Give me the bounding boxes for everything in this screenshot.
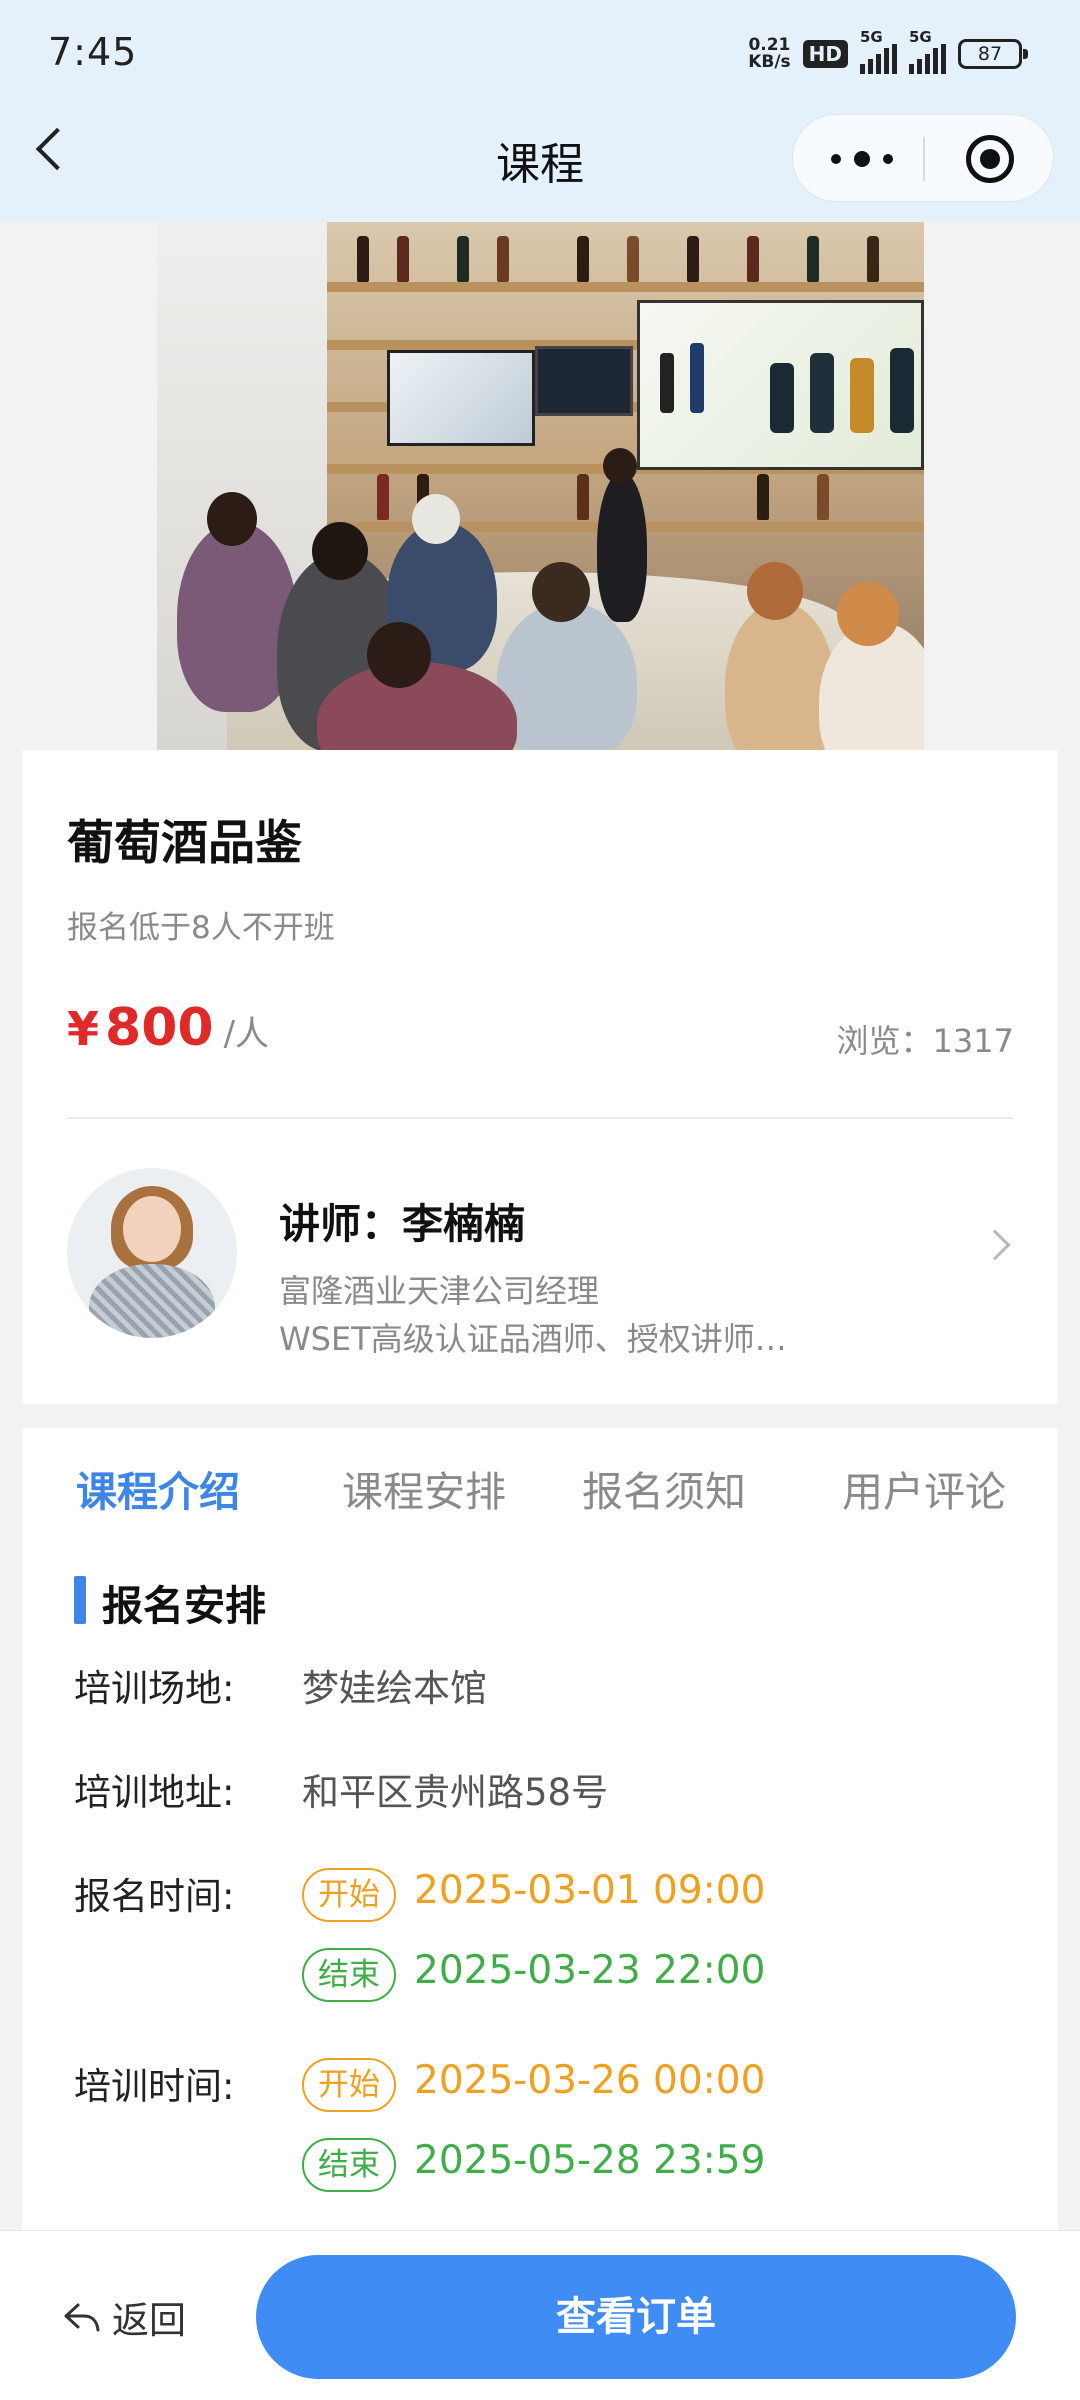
course-title: 葡萄酒品鉴 (67, 816, 302, 871)
signup-end-time: 2025-03-23 22:00 (414, 1948, 766, 1993)
course-price: ¥ 800 /人 (67, 998, 269, 1058)
view-order-button[interactable]: 查看订单 (256, 2255, 1016, 2379)
address-value: 和平区贵州路58号 (302, 1771, 609, 1814)
net-speed: 0.21 KB/s (748, 37, 790, 71)
lecturer-credentials: WSET高级认证品酒师、授权讲师… (279, 1320, 787, 1358)
course-cover-image (157, 222, 924, 750)
currency-symbol: ¥ (67, 1002, 100, 1056)
battery-icon: 87 (958, 39, 1028, 69)
end-tag: 结束 (302, 2138, 396, 2192)
section-accent-bar (74, 1576, 86, 1624)
signal-label: 5G (860, 28, 883, 46)
lecturer-name: 讲师：李楠楠 (279, 1200, 525, 1248)
signal-icon: 5G (860, 28, 897, 74)
start-tag: 开始 (302, 1868, 396, 1922)
lecturer-title: 富隆酒业天津公司经理 (279, 1272, 600, 1310)
venue-value: 梦娃绘本馆 (302, 1667, 487, 1710)
signup-start-time: 2025-03-01 09:00 (414, 1868, 766, 1913)
end-tag: 结束 (302, 1948, 396, 2002)
price-value: 800 (105, 998, 214, 1058)
tab-signup-notice[interactable]: 报名须知 (582, 1458, 746, 1518)
address-label: 培训地址: (74, 1771, 235, 1814)
start-tag: 开始 (302, 2058, 396, 2112)
tab-course-schedule[interactable]: 课程安排 (342, 1458, 506, 1518)
top-header: 7:45 0.21 KB/s HD 5G 5G 87 课程 (0, 0, 1080, 222)
mini-program-capsule (792, 114, 1054, 202)
status-icons: 0.21 KB/s HD 5G 5G 87 (748, 28, 1028, 74)
tab-bar: 课程介绍 课程安排 报名须知 用户评论 (22, 1428, 1058, 1538)
back-button[interactable]: 返回 (62, 2289, 186, 2345)
training-time-label: 培训时间: (74, 2065, 235, 2108)
reply-arrow-icon (62, 2297, 102, 2337)
signup-time-label: 报名时间: (74, 1875, 235, 1918)
venue-label: 培训场地: (74, 1667, 235, 1710)
bottom-action-bar: 返回 查看订单 (0, 2230, 1080, 2400)
view-count: 浏览：1317 (836, 1022, 1014, 1060)
tab-user-reviews[interactable]: 用户评论 (842, 1458, 1006, 1518)
status-time: 7:45 (48, 30, 138, 74)
net-speed-unit: KB/s (748, 52, 791, 72)
target-circle-icon[interactable] (966, 135, 1014, 183)
avatar (67, 1168, 237, 1338)
signal-label: 5G (909, 28, 932, 46)
training-end-time: 2025-05-28 23:59 (414, 2138, 766, 2183)
tab-course-intro[interactable]: 课程介绍 (76, 1458, 240, 1518)
price-unit: /人 (223, 1014, 270, 1054)
capsule-divider (923, 137, 925, 181)
section-title: 报名安排 (102, 1582, 266, 1630)
course-note: 报名低于8人不开班 (67, 910, 335, 946)
course-info-card: 葡萄酒品鉴 报名低于8人不开班 ¥ 800 /人 浏览：1317 讲师：李楠楠 … (22, 750, 1058, 1404)
more-dots-icon[interactable] (831, 145, 893, 173)
signal-icon: 5G (909, 28, 946, 74)
hd-icon: HD (802, 40, 848, 68)
training-start-time: 2025-03-26 00:00 (414, 2058, 766, 2103)
divider (67, 1117, 1013, 1119)
back-label: 返回 (112, 2299, 186, 2342)
